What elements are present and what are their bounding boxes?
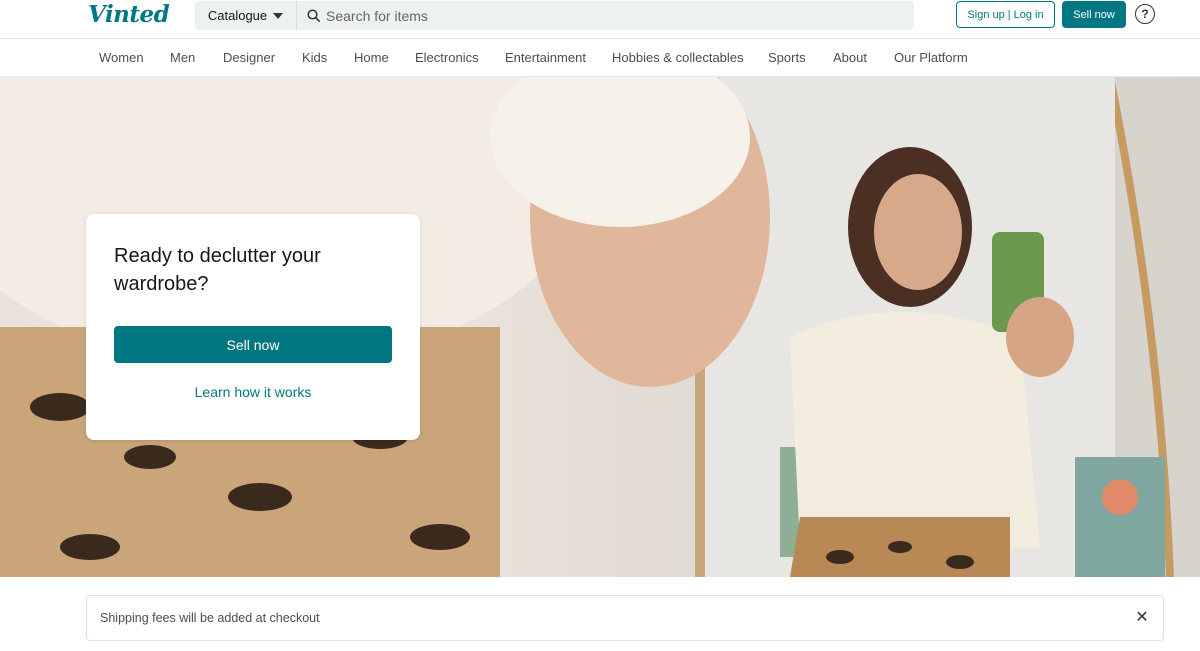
catalogue-dropdown[interactable]: Catalogue — [195, 1, 297, 30]
nav-item-home[interactable]: Home — [354, 50, 389, 65]
close-icon[interactable]: ✕ — [1133, 608, 1151, 626]
nav-item-our-platform[interactable]: Our Platform — [894, 50, 968, 65]
nav-item-men[interactable]: Men — [170, 50, 195, 65]
nav-item-hobbies[interactable]: Hobbies & collectables — [612, 50, 744, 65]
catalogue-label: Catalogue — [207, 8, 268, 23]
learn-how-it-works-link[interactable]: Learn how it works — [114, 384, 392, 400]
hero-banner: Ready to declutter your wardrobe? Sell n… — [0, 77, 1200, 577]
category-nav: Women Men Designer Kids Home Electronics… — [0, 38, 1200, 77]
search-icon — [307, 9, 320, 22]
vinted-logo[interactable]: Vinted — [88, 1, 170, 28]
signup-login-button[interactable]: Sign up | Log in — [956, 1, 1055, 28]
signup-link[interactable]: Sign up — [967, 9, 1004, 21]
nav-item-kids[interactable]: Kids — [302, 50, 327, 65]
nav-item-entertainment[interactable]: Entertainment — [505, 50, 586, 65]
nav-item-sports[interactable]: Sports — [768, 50, 806, 65]
shipping-notice-text: Shipping fees will be added at checkout — [100, 611, 320, 625]
chevron-down-icon — [273, 12, 284, 19]
sell-now-button[interactable]: Sell now — [1062, 1, 1126, 28]
nav-item-about[interactable]: About — [833, 50, 867, 65]
nav-item-designer[interactable]: Designer — [223, 50, 275, 65]
nav-item-electronics[interactable]: Electronics — [415, 50, 479, 65]
shipping-notice: Shipping fees will be added at checkout … — [86, 595, 1164, 641]
login-link[interactable]: Log in — [1014, 9, 1044, 21]
header: Vinted Catalogue Sign up | Log in Sell n… — [0, 0, 1200, 38]
separator: | — [1007, 8, 1011, 21]
hero-card: Ready to declutter your wardrobe? Sell n… — [86, 214, 420, 440]
search-bar: Catalogue — [195, 1, 914, 30]
hero-title: Ready to declutter your wardrobe? — [114, 245, 321, 295]
help-icon[interactable]: ? — [1135, 4, 1155, 24]
hero-sell-now-button[interactable]: Sell now — [114, 326, 392, 363]
nav-item-women[interactable]: Women — [99, 50, 144, 65]
search-input[interactable] — [326, 2, 906, 29]
